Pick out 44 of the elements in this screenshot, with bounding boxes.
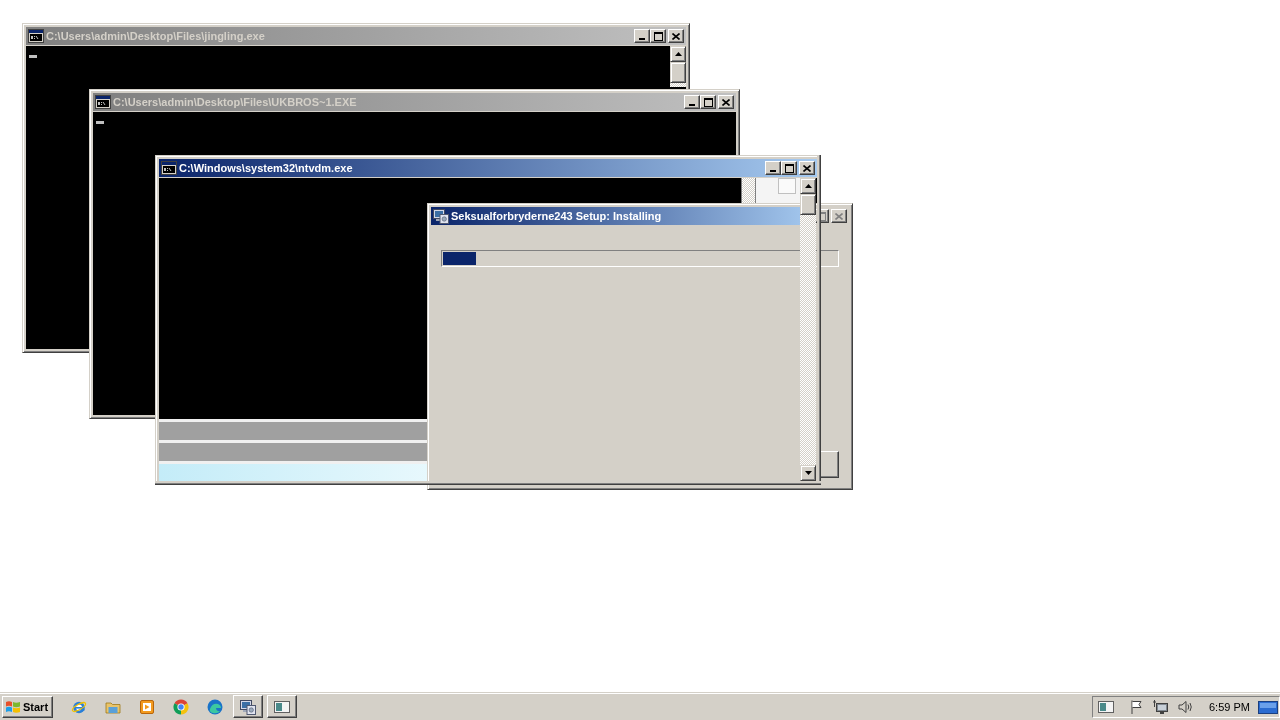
flag-logo-icon — [5, 698, 21, 715]
window-title: C:\Users\admin\Desktop\Files\UKBROS~1.EXE — [113, 95, 357, 109]
speaker-icon[interactable] — [1177, 698, 1193, 715]
scroll-up-button[interactable] — [670, 46, 686, 62]
close-icon — [835, 212, 843, 220]
flag-icon[interactable] — [1129, 698, 1145, 715]
maximize-icon — [703, 97, 713, 107]
scroll-thumb[interactable] — [800, 194, 816, 215]
window-icon — [274, 698, 290, 715]
clock[interactable]: 6:59 PM — [1209, 700, 1250, 713]
up-arrow-icon — [804, 184, 812, 188]
scrollbar[interactable] — [670, 46, 686, 87]
window-title: C:\Windows\system32\ntvdm.exe — [179, 161, 353, 175]
minimize-button[interactable] — [765, 161, 781, 175]
scrollbar[interactable] — [800, 178, 816, 481]
terminal-icon — [28, 28, 44, 44]
computer-icon — [433, 208, 449, 224]
terminal-icon — [95, 94, 111, 110]
hatched-strip — [741, 178, 756, 203]
maximize-icon — [784, 163, 794, 173]
maximize-button[interactable] — [781, 161, 797, 175]
close-button[interactable] — [799, 161, 815, 175]
window-title: Seksualforbryderne243 Setup: Installing — [451, 209, 662, 223]
start-button[interactable]: Start — [2, 695, 53, 718]
up-arrow-icon — [674, 52, 682, 56]
taskbar-button[interactable] — [233, 695, 263, 718]
scroll-up-button[interactable] — [800, 178, 816, 194]
terminal-icon — [161, 160, 177, 176]
window-icon[interactable] — [1098, 698, 1114, 715]
desktop-icon[interactable] — [1258, 698, 1278, 715]
network-icon[interactable] — [1152, 698, 1168, 715]
close-icon — [722, 98, 730, 106]
scroll-thumb[interactable] — [670, 62, 686, 83]
maximize-icon — [653, 31, 663, 41]
close-icon — [672, 32, 680, 40]
swirl-icon[interactable] — [207, 698, 223, 715]
close-icon — [803, 164, 811, 172]
scroll-down-button[interactable] — [800, 465, 816, 481]
play-icon[interactable] — [139, 698, 155, 715]
down-arrow-icon — [804, 471, 812, 475]
computer-icon — [240, 698, 256, 715]
taskbar-button[interactable] — [267, 695, 297, 718]
window-title: C:\Users\admin\Desktop\Files\jingling.exe — [46, 29, 265, 43]
segmented-circle-icon[interactable] — [173, 698, 189, 715]
